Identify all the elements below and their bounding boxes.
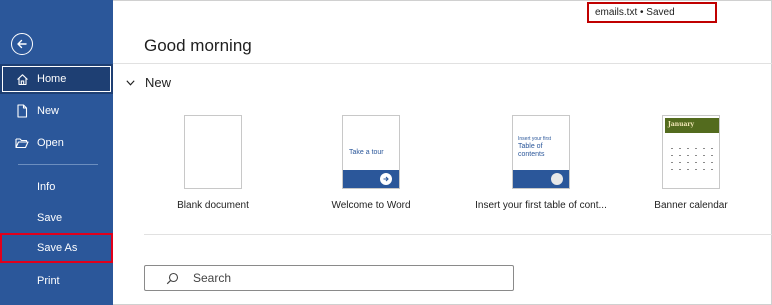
sidebar-item-label: New <box>37 104 60 117</box>
sidebar-item-label: Save As <box>37 241 78 254</box>
thumbnail-text: January <box>668 121 694 128</box>
calendar-day-mark <box>703 162 705 163</box>
calendar-day-mark <box>695 169 697 170</box>
sidebar-item-label: Home <box>37 72 67 85</box>
sidebar-item-new[interactable]: New <box>0 96 113 126</box>
sidebar-item-label: Info <box>37 180 56 193</box>
calendar-banner: January <box>665 118 719 133</box>
calendar-day-mark <box>671 162 673 163</box>
sidebar-item-save[interactable]: Save <box>0 203 113 233</box>
backstage-sidebar: Home New Open Info Save Save As Print <box>0 0 113 305</box>
calendar-day-mark <box>711 162 713 163</box>
sidebar-item-info[interactable]: Info <box>0 172 113 202</box>
sidebar-item-print[interactable]: Print <box>0 266 113 296</box>
sidebar-item-open[interactable]: Open <box>0 128 113 158</box>
arrow-right-icon <box>380 173 392 185</box>
thumbnail-text: Take a tour <box>349 149 384 156</box>
template-name: Welcome to Word <box>331 200 411 211</box>
calendar-day-mark <box>695 148 697 149</box>
sidebar-item-label: Open <box>37 136 64 149</box>
calendar-day-mark <box>703 148 705 149</box>
template-banner-calendar[interactable]: January Banner calendar <box>631 115 751 211</box>
section-title: New <box>145 75 172 90</box>
template-thumbnail: Take a tour <box>342 115 400 189</box>
calendar-day-mark <box>679 169 681 170</box>
header-divider <box>113 63 772 64</box>
backstage-main: emails.txt • Saved Good morning New Blan… <box>113 0 772 305</box>
calendar-day-mark <box>671 148 673 149</box>
search-box[interactable]: Search <box>144 265 514 291</box>
home-icon <box>15 72 29 86</box>
calendar-day-mark <box>687 162 689 163</box>
template-thumbnail: Insert your first Table of contents <box>512 115 570 189</box>
thumbnail-text: Table of contents <box>518 143 545 159</box>
calendar-day-mark <box>671 155 673 156</box>
arrow-right-icon <box>551 173 563 185</box>
template-thumbnail <box>184 115 242 189</box>
sidebar-divider <box>18 164 98 165</box>
calendar-day-mark <box>687 155 689 156</box>
template-name: Blank document <box>177 200 249 211</box>
chevron-down-icon <box>125 78 135 88</box>
calendar-day-mark <box>671 169 673 170</box>
calendar-day-mark <box>711 155 713 156</box>
calendar-day-mark <box>711 169 713 170</box>
open-folder-icon <box>15 136 29 150</box>
template-name: Insert your first table of cont... <box>475 200 607 211</box>
calendar-day-mark <box>695 155 697 156</box>
template-name: Banner calendar <box>654 200 728 211</box>
thumbnail-text: Insert your first <box>518 136 552 142</box>
template-blank-document[interactable]: Blank document <box>153 115 273 211</box>
calendar-day-mark <box>703 155 705 156</box>
template-table-of-contents[interactable]: Insert your first Table of contents Inse… <box>461 115 621 211</box>
calendar-day-mark <box>679 148 681 149</box>
search-placeholder: Search <box>193 271 232 285</box>
calendar-day-mark <box>687 148 689 149</box>
template-welcome-to-word[interactable]: Take a tour Welcome to Word <box>311 115 431 211</box>
calendar-day-mark <box>711 148 713 149</box>
calendar-day-mark <box>703 169 705 170</box>
search-icon <box>165 271 179 285</box>
calendar-day-mark <box>679 155 681 156</box>
new-document-icon <box>15 104 29 118</box>
calendar-day-mark <box>687 169 689 170</box>
template-thumbnail: January <box>662 115 720 189</box>
calendar-grid <box>671 148 715 178</box>
new-section-header[interactable]: New <box>125 75 171 90</box>
file-status-badge: emails.txt • Saved <box>587 2 717 23</box>
sidebar-item-label: Print <box>37 274 60 287</box>
calendar-day-mark <box>695 162 697 163</box>
sidebar-item-label: Save <box>37 211 63 224</box>
sidebar-item-home[interactable]: Home <box>0 64 113 94</box>
page-title: Good morning <box>144 36 252 55</box>
back-arrow-icon[interactable] <box>11 33 33 55</box>
calendar-day-mark <box>679 162 681 163</box>
section-divider <box>144 234 772 235</box>
sidebar-item-save-as[interactable]: Save As <box>0 233 113 263</box>
